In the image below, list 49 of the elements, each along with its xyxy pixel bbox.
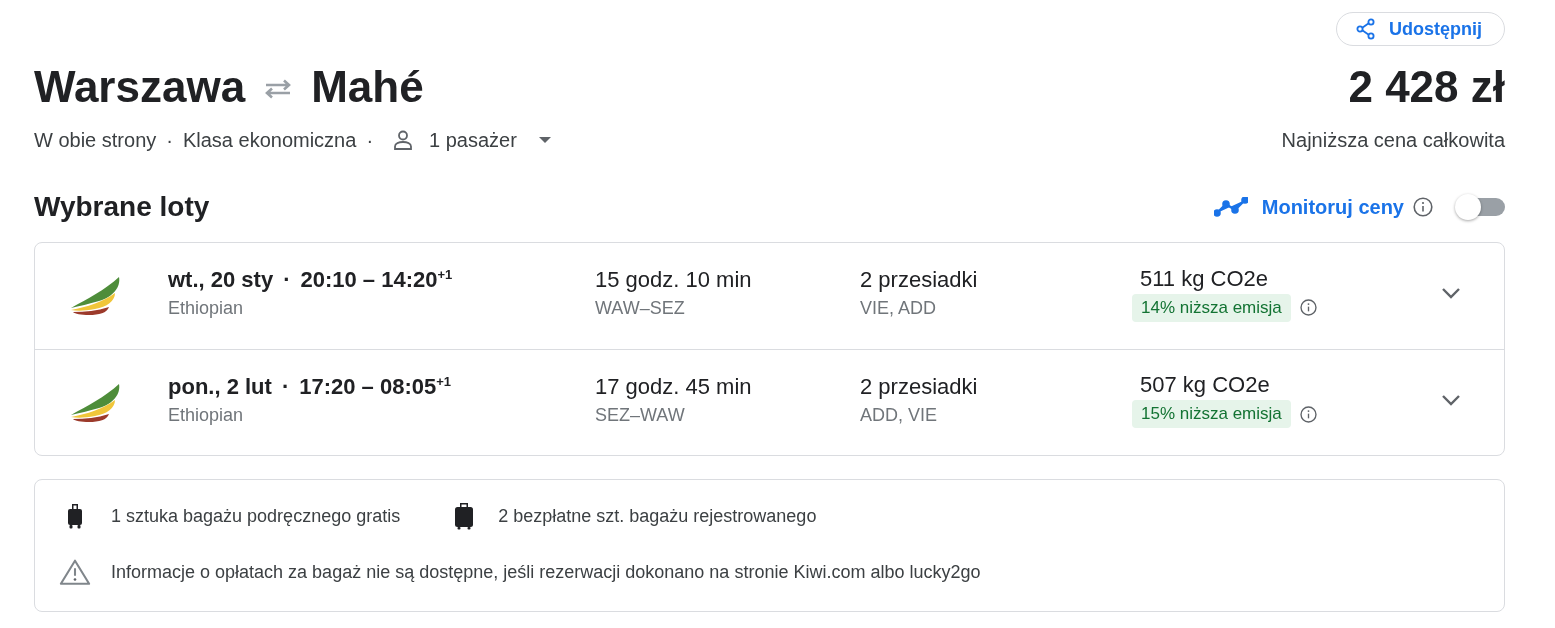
info-icon[interactable] [1299, 405, 1317, 423]
suitcase-icon [454, 502, 475, 530]
airline-name: Ethiopian [168, 403, 244, 427]
stop-airports: VIE, ADD [860, 297, 937, 320]
flight-date: wt., 20 sty [168, 267, 274, 292]
emissions-badge: 14% niższa emisja [1132, 293, 1291, 322]
wing-logo-icon [69, 381, 121, 424]
stop-airports: ADD, VIE [860, 403, 938, 427]
section-title: Wybrane loty [34, 191, 210, 223]
trip-type: W obie strony [34, 128, 157, 152]
separator-dot: · [366, 128, 374, 152]
airline-name: Ethiopian [168, 297, 244, 320]
flight-date: pon., 2 lut [168, 373, 272, 399]
flight-route: WAW–SEZ [595, 297, 685, 320]
trend-line-icon [1213, 197, 1248, 217]
origin-city: Warszawa [34, 61, 246, 113]
toggle-switch[interactable] [1455, 194, 1505, 220]
chevron-down-icon[interactable] [1441, 287, 1461, 299]
info-icon[interactable] [1413, 197, 1433, 217]
stops-count: 2 przesiadki [860, 266, 978, 294]
warning-icon [59, 558, 91, 586]
passenger-dropdown[interactable]: 1 pasażer [383, 128, 551, 152]
wing-logo-icon [69, 275, 121, 317]
person-icon [393, 130, 414, 150]
separator-dot: · [283, 267, 291, 292]
baggage-allowance: 2 bezpłatne szt. bagażu rejestrowanego [498, 505, 817, 527]
cabin-class: Klasa ekonomiczna [182, 128, 357, 152]
share-icon [1356, 18, 1376, 40]
track-prices-label[interactable]: Monitoruj ceny [1261, 195, 1404, 219]
baggage-notice: Informacje o opłatach za bagaż nie są dostępne, jeśli rezerwacji dokonano na stronie Kiwi.com albo lucky2go [111, 561, 981, 583]
carry-on-bag-icon [67, 503, 83, 529]
chevron-down-icon[interactable] [1441, 393, 1461, 406]
baggage-allowance: 1 sztuka bagażu podręcznego gratis [111, 505, 401, 527]
emissions-value: 507 kg CO2e [1140, 371, 1270, 399]
flight-duration: 17 godz. 45 min [595, 372, 752, 401]
info-icon[interactable] [1299, 299, 1317, 316]
stops-count: 2 przesiadki [860, 372, 978, 401]
emissions-value: 511 kg CO2e [1140, 264, 1268, 293]
emissions-badge: 15% niższa emisja [1132, 400, 1291, 428]
flight-route: SEZ–WAW [595, 403, 685, 427]
destination-city: Mahé [311, 61, 424, 113]
total-price: 2 428 zł [1348, 61, 1505, 113]
flight-duration: 15 godz. 10 min [595, 266, 752, 294]
price-note: Najniższa cena całkowita [1281, 128, 1505, 152]
separator-dot: · [166, 128, 173, 152]
caret-down-icon [538, 137, 551, 143]
flight-times: 20:10 – 14:20$^{+1}$ [300, 267, 453, 292]
separator-dot: · [281, 373, 290, 399]
flight-times: 17:20 – 08:05$^{+1}$ [299, 373, 452, 399]
